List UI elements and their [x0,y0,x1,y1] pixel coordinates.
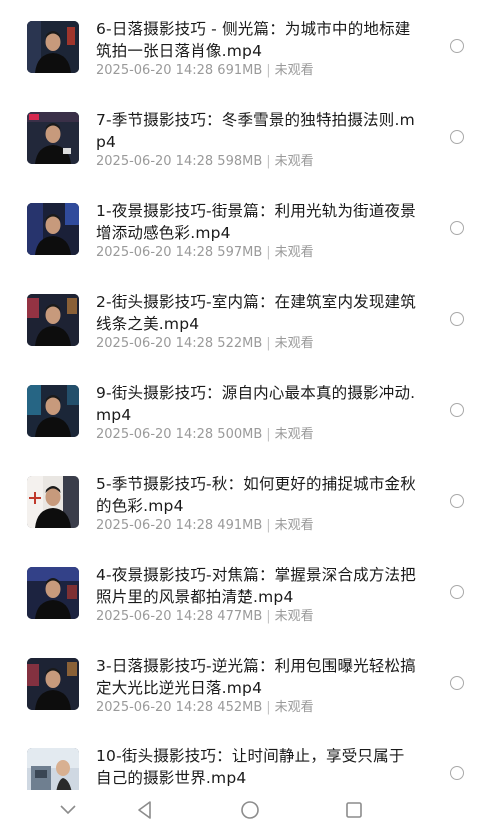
select-radio[interactable] [450,39,464,53]
file-item[interactable]: 2-街头摄影技巧-室内篇：在建筑室内发现建筑线条之美.mp4 2025-06-2… [0,291,500,381]
file-date: 2025-06-20 14:28 [96,245,214,260]
watch-status: 未观看 [274,700,314,715]
video-thumbnail [27,385,79,437]
select-radio[interactable] [450,676,464,690]
watch-status: 未观看 [274,63,314,78]
file-size: 597MB [217,245,263,260]
video-thumbnail [27,203,79,255]
file-size: 598MB [217,154,263,169]
select-radio[interactable] [450,766,464,780]
file-size: 500MB [217,427,263,442]
presenter-thumbnail-icon [27,203,79,255]
file-item[interactable]: 9-街头摄影技巧：源自内心最本真的摄影冲动.mp4 2025-06-20 14:… [0,382,500,472]
file-title: 2-街头摄影技巧-室内篇：在建筑室内发现建筑线条之美.mp4 [96,293,416,333]
video-thumbnail [27,658,79,710]
watch-status: 未观看 [274,427,314,442]
meta-separator: | [266,63,271,78]
video-file-list: 6-日落摄影技巧 - 侧光篇：为城市中的地标建筑拍一张日落肖像.mp4 2025… [0,0,500,790]
video-thumbnail [27,112,79,164]
file-title: 1-夜景摄影技巧-街景篇：利用光轨为街道夜景增添动感色彩.mp4 [96,202,416,242]
presenter-thumbnail-icon [27,476,79,528]
watch-status: 未观看 [274,609,314,624]
file-date: 2025-06-20 14:28 [96,609,214,624]
file-date: 2025-06-20 14:28 [96,700,214,715]
file-title: 4-夜景摄影技巧-对焦篇：掌握景深合成方法把照片里的风景都拍清楚.mp4 [96,566,416,606]
video-thumbnail [27,294,79,346]
file-item[interactable]: 10-街头摄影技巧：让时间静止，享受只属于自己的摄影世界.mp4 [0,745,500,790]
file-size: 691MB [217,63,263,78]
chevron-down-icon[interactable] [58,800,78,820]
select-radio[interactable] [450,585,464,599]
presenter-thumbnail-icon [27,294,79,346]
select-radio[interactable] [450,221,464,235]
select-radio[interactable] [450,312,464,326]
file-date: 2025-06-20 14:28 [96,518,214,533]
file-date: 2025-06-20 14:28 [96,63,214,78]
file-meta: 2025-06-20 14:28 452MB | 未观看 [96,699,416,717]
watch-status: 未观看 [274,518,314,533]
file-size: 522MB [217,336,263,351]
file-date: 2025-06-20 14:28 [96,427,214,442]
presenter-thumbnail-icon [27,658,79,710]
watch-status: 未观看 [274,154,314,169]
presenter-thumbnail-icon [27,567,79,619]
presenter-thumbnail-icon [27,21,79,73]
system-navigation-bar [0,790,500,823]
select-radio[interactable] [450,130,464,144]
select-radio[interactable] [450,403,464,417]
watch-status: 未观看 [274,245,314,260]
file-size: 491MB [217,518,263,533]
file-meta: 2025-06-20 14:28 598MB | 未观看 [96,153,416,171]
file-item[interactable]: 3-日落摄影技巧-逆光篇：利用包围曝光轻松搞定大光比逆光日落.mp4 2025-… [0,655,500,745]
file-meta: 2025-06-20 14:28 522MB | 未观看 [96,335,416,353]
back-triangle-icon[interactable] [135,800,155,820]
file-item[interactable]: 5-季节摄影技巧-秋：如何更好的捕捉城市金秋的色彩.mp4 2025-06-20… [0,473,500,563]
watch-status: 未观看 [274,336,314,351]
meta-separator: | [266,154,271,169]
file-title: 10-街头摄影技巧：让时间静止，享受只属于自己的摄影世界.mp4 [96,747,405,787]
file-meta: 2025-06-20 14:28 477MB | 未观看 [96,608,416,626]
presenter-thumbnail-icon [27,112,79,164]
file-item[interactable]: 6-日落摄影技巧 - 侧光篇：为城市中的地标建筑拍一张日落肖像.mp4 2025… [0,18,500,108]
home-circle-icon[interactable] [240,800,260,820]
file-size: 477MB [217,609,263,624]
file-meta: 2025-06-20 14:28 691MB | 未观看 [96,62,416,80]
meta-separator: | [266,336,271,351]
video-thumbnail [27,21,79,73]
file-title: 6-日落摄影技巧 - 侧光篇：为城市中的地标建筑拍一张日落肖像.mp4 [96,20,411,60]
recents-square-icon[interactable] [344,800,364,820]
meta-separator: | [266,245,271,260]
meta-separator: | [266,700,271,715]
file-meta: 2025-06-20 14:28 491MB | 未观看 [96,517,416,535]
file-size: 452MB [217,700,263,715]
video-thumbnail [27,476,79,528]
file-date: 2025-06-20 14:28 [96,154,214,169]
video-thumbnail [27,748,79,790]
file-date: 2025-06-20 14:28 [96,336,214,351]
select-radio[interactable] [450,494,464,508]
file-title: 5-季节摄影技巧-秋：如何更好的捕捉城市金秋的色彩.mp4 [96,475,416,515]
file-meta: 2025-06-20 14:28 500MB | 未观看 [96,426,416,444]
street-photo-thumbnail-icon [27,748,79,790]
video-thumbnail [27,567,79,619]
meta-separator: | [266,609,271,624]
file-meta: 2025-06-20 14:28 597MB | 未观看 [96,244,416,262]
presenter-thumbnail-icon [27,385,79,437]
meta-separator: | [266,518,271,533]
file-title: 9-街头摄影技巧：源自内心最本真的摄影冲动.mp4 [96,384,416,424]
file-title: 3-日落摄影技巧-逆光篇：利用包围曝光轻松搞定大光比逆光日落.mp4 [96,657,416,697]
file-item[interactable]: 7-季节摄影技巧：冬季雪景的独特拍摄法则.mp4 2025-06-20 14:2… [0,109,500,199]
file-item[interactable]: 4-夜景摄影技巧-对焦篇：掌握景深合成方法把照片里的风景都拍清楚.mp4 202… [0,564,500,654]
meta-separator: | [266,427,271,442]
file-item[interactable]: 1-夜景摄影技巧-街景篇：利用光轨为街道夜景增添动感色彩.mp4 2025-06… [0,200,500,290]
file-title: 7-季节摄影技巧：冬季雪景的独特拍摄法则.mp4 [96,111,415,151]
